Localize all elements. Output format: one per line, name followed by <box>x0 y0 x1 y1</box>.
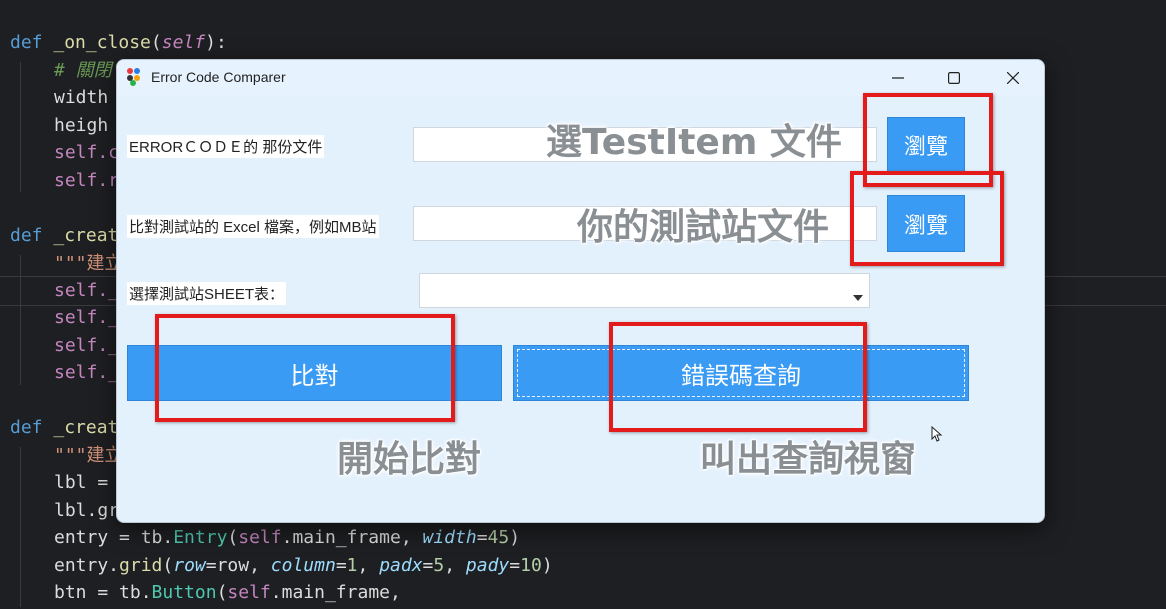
highlight-box-browse-station <box>850 171 1004 266</box>
minimize-button[interactable] <box>869 60 927 96</box>
code-line: """建立 <box>54 253 123 274</box>
code-line: def _creat <box>10 225 119 246</box>
close-icon <box>1007 72 1019 84</box>
annotation-compare: 開始比對 <box>337 439 482 480</box>
sheet-select-label: 選擇測試站SHEET表： <box>127 282 287 305</box>
code-line: """建立 <box>54 445 123 466</box>
code-line: def _creat <box>10 417 119 438</box>
annotation-browse-error-code: 選TestItem 文件 <box>546 122 842 163</box>
code-line: entry.grid(row=row, column=1, padx=5, pa… <box>54 555 553 576</box>
code-line: self._ <box>54 307 120 328</box>
indent-guide <box>20 447 21 607</box>
maximize-icon <box>948 72 960 84</box>
title-bar[interactable]: Error Code Comparer <box>117 60 1044 96</box>
chevron-down-icon[interactable] <box>853 295 863 301</box>
code-line: self._ <box>54 280 120 301</box>
indent-guide <box>20 255 21 385</box>
code-line: width <box>54 87 109 108</box>
code-line: lbl.gr <box>54 500 120 521</box>
code-line: lbl = <box>54 472 120 493</box>
code-line: # 關閉 <box>54 60 112 81</box>
code-line: btn = tb.Button(self.main_frame, <box>54 582 401 603</box>
highlight-box-compare <box>155 314 455 422</box>
code-line: self._ <box>54 362 120 383</box>
window-title: Error Code Comparer <box>151 69 286 85</box>
code-line: entry = tb.Entry(self.main_frame, width=… <box>54 527 521 548</box>
code-line: heigh <box>54 115 109 136</box>
minimize-icon <box>892 77 904 79</box>
annotation-lookup: 叫出查詢視窗 <box>700 439 917 480</box>
indent-guide <box>20 62 21 192</box>
annotation-browse-station: 你的測試站文件 <box>577 207 830 248</box>
highlight-box-lookup <box>609 322 867 432</box>
error-code-file-label: ERRORＣＯＤＥ的 那份文件 <box>127 135 325 158</box>
code-line: self.r <box>54 170 120 191</box>
station-excel-label: 比對測試站的 Excel 檔案，例如MB站 <box>127 215 379 238</box>
code-line: def _on_close(self): <box>10 32 227 53</box>
mouse-cursor-icon <box>931 426 943 442</box>
code-line: self.c <box>54 142 120 163</box>
app-icon <box>127 68 145 86</box>
code-line: self._ <box>54 335 120 356</box>
maximize-button[interactable] <box>925 60 983 96</box>
close-button[interactable] <box>984 60 1042 96</box>
sheet-select-combobox[interactable] <box>419 273 870 308</box>
